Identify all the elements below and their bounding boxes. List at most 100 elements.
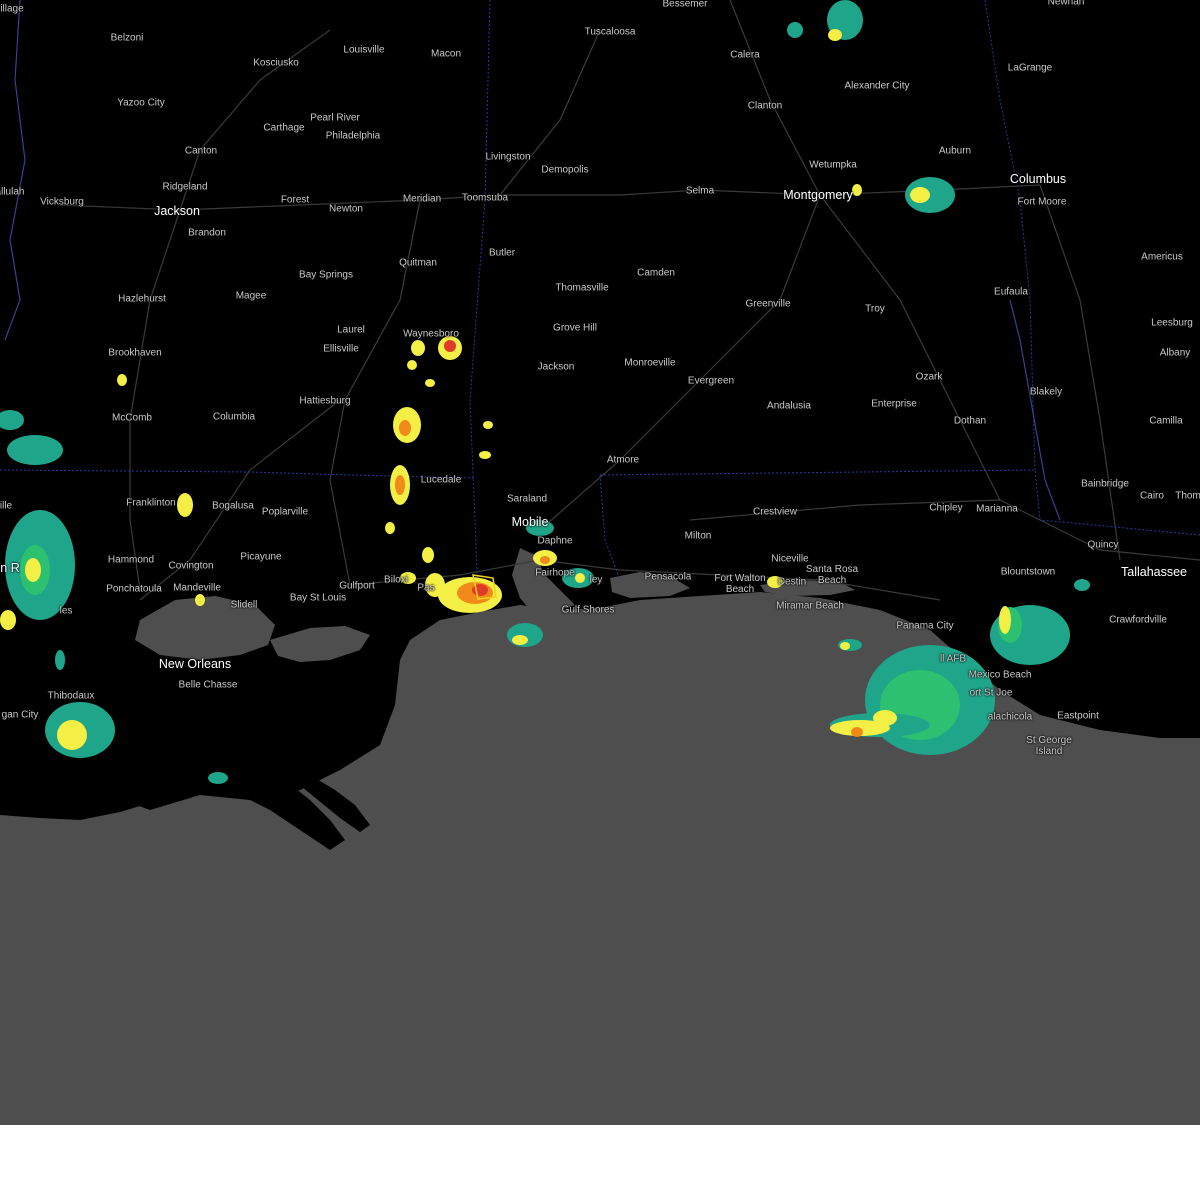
city-label-columbus: Columbus: [1009, 172, 1067, 186]
city-label-tuscaloosa: Tuscaloosa: [584, 26, 636, 38]
city-label-illage: illage: [0, 3, 24, 15]
city-label-cairo: Cairo: [1140, 490, 1164, 502]
city-label-newton: Newton: [329, 203, 363, 215]
city-label-camden: Camden: [637, 267, 675, 279]
city-label-monroeville: Monroeville: [624, 357, 676, 369]
city-label-auburn: Auburn: [938, 145, 972, 157]
city-label-louisville: Louisville: [343, 44, 385, 56]
city-label-hazlehurst: Hazlehurst: [118, 293, 166, 305]
city-label-pensacola: Pensacola: [644, 571, 692, 583]
city-label-gulf-shores: Gulf Shores: [561, 604, 615, 616]
city-label-tyndall-afb: ll AFB: [939, 653, 967, 665]
city-label-waynesboro: Waynesboro: [403, 328, 459, 340]
city-label-carthage: Carthage: [263, 122, 305, 134]
city-label-thomasville-ga: Thom: [1175, 490, 1200, 502]
page: Bessemer Newnan Tuscaloosa Belzoni Louisvill…: [0, 0, 1200, 1200]
city-label-calera: Calera: [730, 49, 760, 61]
city-label-eufaula: Eufaula: [994, 286, 1028, 298]
city-label-blountstown: Blountstown: [1000, 566, 1056, 578]
city-label-newnan: Newnan: [1047, 0, 1085, 8]
radar-cell-apalachee: [990, 579, 1090, 665]
city-label-bay-st-louis: Bay St Louis: [289, 592, 347, 604]
city-label-bessemer: Bessemer: [662, 0, 708, 10]
city-label-livingston: Livingston: [485, 151, 531, 163]
city-label-columbia: Columbia: [212, 411, 256, 423]
city-label-magee: Magee: [235, 290, 267, 302]
city-label-bainbridge: Bainbridge: [1081, 478, 1129, 490]
city-label-troy: Troy: [865, 303, 885, 315]
city-label-santa-rosa-beach: Santa Rosa Beach: [805, 564, 859, 586]
city-label-jackson-al: Jackson: [537, 361, 575, 373]
city-label-macon: Macon: [430, 48, 462, 60]
city-label-fort-walton-beach: Fort Walton Beach: [714, 573, 766, 595]
city-label-baton-rouge: n R: [0, 561, 20, 575]
city-label-panama-city: Panama City: [896, 620, 954, 632]
city-label-hattiesburg: Hattiesburg: [299, 395, 351, 407]
city-label-atmore: Atmore: [606, 454, 640, 466]
lake-borgne: [270, 626, 370, 662]
city-label-andalusia: Andalusia: [767, 400, 811, 412]
city-label-mexico-beach: Mexico Beach: [968, 669, 1032, 681]
city-label-demopolis: Demopolis: [541, 164, 589, 176]
city-label-ozark: Ozark: [915, 371, 943, 383]
city-label-apalachicola: alachicola: [987, 711, 1033, 723]
city-label-biloxi: Biloxi: [384, 574, 408, 586]
city-label-miramar-beach: Miramar Beach: [776, 600, 844, 612]
city-label-camilla: Camilla: [1149, 415, 1183, 427]
city-label-selma: Selma: [685, 185, 715, 197]
city-label-franklinton: Franklinton: [126, 497, 176, 509]
city-label-niceville: Niceville: [771, 553, 809, 565]
city-label-americus: Americus: [1141, 251, 1183, 263]
city-label-belle-chasse: Belle Chasse: [178, 679, 238, 691]
city-label-philadelphia: Philadelphia: [325, 130, 381, 142]
city-label-pascagoula: Pas: [417, 582, 435, 594]
city-label-gonzales: les: [59, 605, 73, 617]
city-label-alexander-city: Alexander City: [844, 80, 910, 92]
city-label-butler: Butler: [488, 247, 516, 259]
city-label-fairhope: Fairhope: [535, 567, 575, 579]
city-label-yazoo-city: Yazoo City: [117, 97, 165, 109]
city-label-kosciusko: Kosciusko: [253, 57, 299, 69]
city-label-bay-springs: Bay Springs: [299, 269, 353, 281]
city-label-ellisville: Ellisville: [323, 343, 359, 355]
city-label-vicksburg: Vicksburg: [40, 196, 84, 208]
city-label-mobile: Mobile: [511, 515, 549, 529]
city-label-brookhaven: Brookhaven: [108, 347, 162, 359]
city-label-eastpoint: Eastpoint: [1057, 710, 1099, 722]
city-label-brandon: Brandon: [188, 227, 226, 239]
radar-band-lucedale: [117, 336, 493, 563]
city-label-milton: Milton: [684, 530, 712, 542]
city-label-blakely: Blakely: [1029, 386, 1063, 398]
radar-map[interactable]: Bessemer Newnan Tuscaloosa Belzoni Louisvill…: [0, 0, 1200, 1125]
city-label-wetumpka: Wetumpka: [809, 159, 857, 171]
city-label-gulfport: Gulfport: [339, 580, 375, 592]
city-label-bogalusa: Bogalusa: [212, 500, 254, 512]
city-label-grove-hill: Grove Hill: [553, 322, 597, 334]
city-label-clanton: Clanton: [747, 100, 783, 112]
city-label-lagrange: LaGrange: [1007, 62, 1053, 74]
city-label-ponchatoula: Ponchatoula: [106, 583, 162, 595]
city-label-fort-moore: Fort Moore: [1017, 196, 1067, 208]
city-label-morgan-city: gan City: [1, 709, 39, 721]
city-label-port-st-joe: ort St Joe: [969, 687, 1013, 699]
city-label-quitman: Quitman: [399, 257, 437, 269]
city-label-forest: Forest: [280, 194, 310, 206]
city-label-saraland: Saraland: [506, 493, 548, 505]
city-label-covington: Covington: [168, 560, 214, 572]
city-label-mandeville: Mandeville: [173, 582, 221, 594]
city-label-thibodaux: Thibodaux: [47, 690, 95, 702]
city-label-jackson-ms: Jackson: [154, 204, 200, 218]
city-label-destin: Destin: [777, 576, 807, 588]
city-label-mccomb: McComb: [111, 412, 153, 424]
city-label-foley: ley: [589, 574, 603, 586]
city-label-poplarville: Poplarville: [261, 506, 309, 518]
city-label-pearl-river: Pearl River: [310, 112, 360, 124]
city-label-canton: Canton: [184, 145, 218, 157]
city-label-daphne: Daphne: [537, 535, 573, 547]
city-label-ridgeland: Ridgeland: [162, 181, 208, 193]
city-label-chipley: Chipley: [929, 502, 963, 514]
city-label-crawfordville: Crawfordville: [1109, 614, 1167, 626]
city-label-leesburg: Leesburg: [1151, 317, 1193, 329]
city-label-hammond: Hammond: [107, 554, 155, 566]
city-label-greenville: Greenville: [745, 298, 791, 310]
